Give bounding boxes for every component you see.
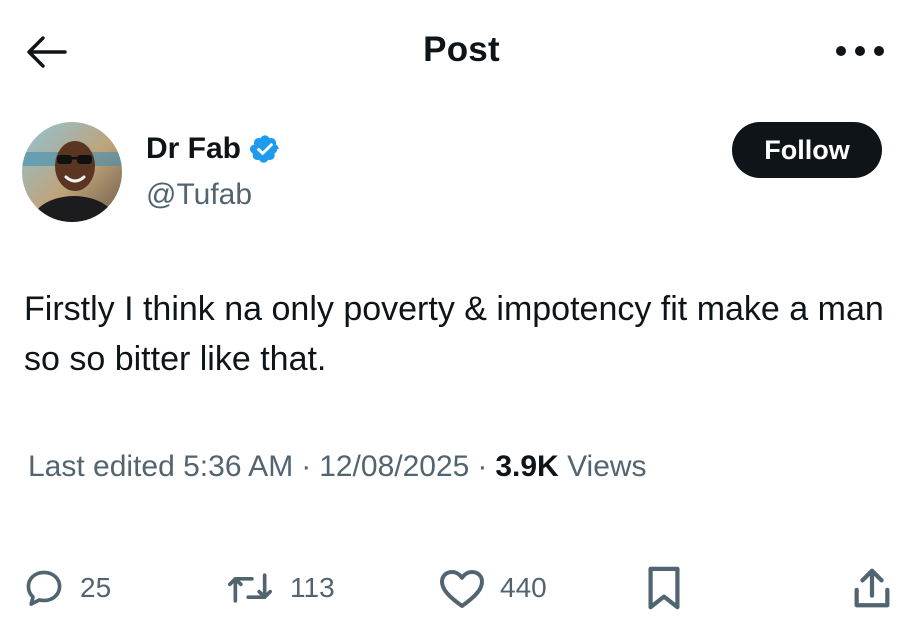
post-date[interactable]: 12/08/2025 xyxy=(319,450,469,483)
verified-badge-icon xyxy=(250,135,279,163)
edited-timestamp[interactable]: Last edited 5:36 AM xyxy=(28,450,293,483)
user-handle[interactable]: @Tufab xyxy=(146,178,252,212)
views-count: 3.9K xyxy=(495,450,559,483)
repost-count: 113 xyxy=(290,572,335,603)
avatar[interactable] xyxy=(22,122,122,222)
meta-separator: · xyxy=(301,450,312,483)
bookmark-button[interactable] xyxy=(644,560,684,616)
author-row: Dr Fab @Tufab Follow xyxy=(22,122,902,232)
share-icon xyxy=(854,568,890,608)
meta-separator: · xyxy=(477,450,488,483)
repost-icon xyxy=(228,573,272,603)
action-bar: 25 113 440 xyxy=(0,560,923,620)
follow-button[interactable]: Follow xyxy=(732,122,882,178)
share-button[interactable] xyxy=(850,560,894,616)
views-label: Views xyxy=(567,450,647,483)
bookmark-icon xyxy=(648,566,680,610)
reply-count: 25 xyxy=(80,572,112,603)
top-bar: Post xyxy=(0,0,923,100)
reply-icon xyxy=(26,570,62,606)
more-horizontal-icon xyxy=(836,46,884,56)
like-count: 440 xyxy=(500,572,547,603)
name-row: Dr Fab xyxy=(146,132,281,166)
repost-button[interactable]: 113 xyxy=(224,560,335,616)
more-options-button[interactable] xyxy=(832,36,888,66)
reply-button[interactable]: 25 xyxy=(22,560,111,616)
heart-icon xyxy=(440,570,484,608)
avatar-image xyxy=(22,122,122,222)
like-button[interactable]: 440 xyxy=(438,560,547,616)
page-title: Post xyxy=(423,30,500,69)
display-name[interactable]: Dr Fab xyxy=(146,132,241,166)
post-text: Firstly I think na only poverty & impote… xyxy=(24,290,884,378)
post-metadata: Last edited 5:36 AM · 12/08/2025 · 3.9K View… xyxy=(28,450,647,484)
